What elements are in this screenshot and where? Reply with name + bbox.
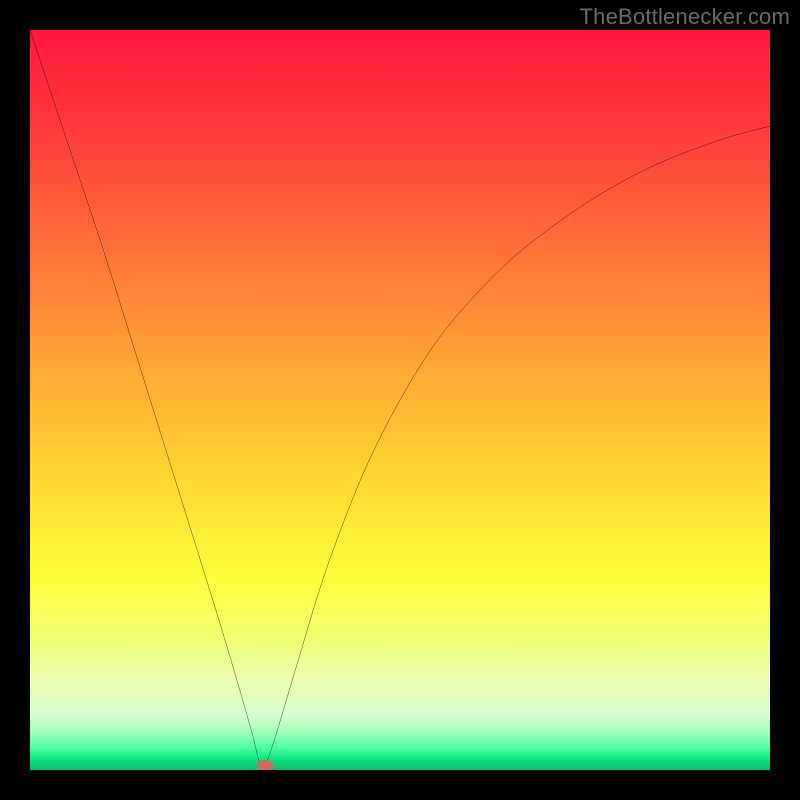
plot-area <box>30 30 770 770</box>
attribution-label: TheBottlenecker.com <box>580 4 790 30</box>
curve-path <box>30 30 770 770</box>
chart-frame: TheBottlenecker.com <box>0 0 800 800</box>
bottleneck-curve <box>30 30 770 770</box>
optimal-marker <box>257 760 273 770</box>
